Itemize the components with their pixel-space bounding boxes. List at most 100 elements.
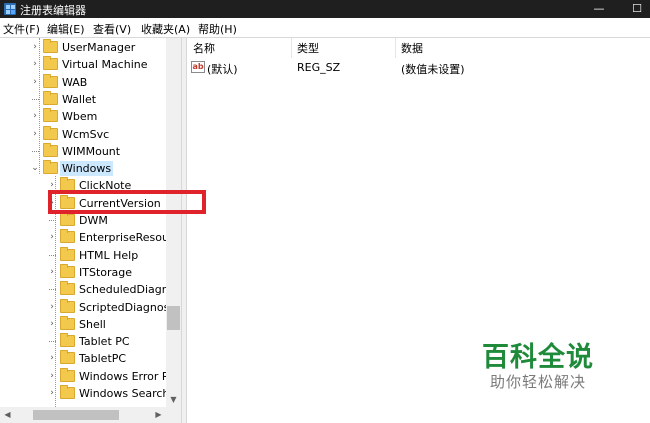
folder-icon (60, 212, 75, 226)
folder-icon (43, 125, 58, 140)
chevron-right-icon[interactable]: › (47, 386, 57, 400)
column-header-type[interactable]: 类型 (297, 40, 319, 56)
chevron-right-icon[interactable]: › (47, 300, 57, 314)
tree-item[interactable]: › ScriptedDiagnost (0, 298, 174, 316)
chevron-right-icon[interactable]: › (47, 317, 57, 331)
tree-connector (32, 150, 39, 152)
menu-help[interactable]: 帮助(H) (198, 21, 237, 37)
tree-item-label: ScriptedDiagnost (79, 300, 174, 314)
tree-item-label: Windows Search (79, 387, 170, 400)
chevron-right-icon[interactable]: › (30, 75, 40, 89)
tree-item[interactable]: ScheduledDiagno (0, 281, 175, 298)
column-header-name[interactable]: 名称 (193, 40, 215, 56)
scroll-right-arrow-icon[interactable]: ▶ (151, 407, 166, 423)
folder-icon (60, 350, 75, 365)
tree-item[interactable]: WIMMount (0, 142, 170, 160)
folder-icon (43, 108, 58, 123)
tree-item[interactable]: ⌄ Windows (0, 160, 170, 177)
tree-scroll-thumb[interactable] (167, 306, 180, 330)
tree-connector (49, 289, 56, 291)
watermark-title: 百科全说 (482, 342, 594, 373)
tree-item[interactable]: › TabletPC (0, 350, 170, 367)
menu-view[interactable]: 查看(V) (93, 21, 131, 37)
chevron-right-icon[interactable]: › (30, 127, 40, 141)
maximize-button[interactable]: ☐ (620, 0, 650, 18)
tree-item[interactable]: › ITStorage (0, 263, 170, 281)
tree-item-label: WAB (62, 75, 88, 89)
watermark: 百科全说 助你轻松解决 (482, 335, 622, 395)
tree-item[interactable]: › Shell (0, 315, 170, 333)
chevron-right-icon[interactable]: › (47, 265, 57, 279)
tree-item[interactable]: › EnterpriseResour (0, 229, 173, 246)
highlight-annotation-box (48, 190, 206, 214)
tree-item[interactable]: Tablet PC (0, 333, 170, 350)
folder-icon (60, 367, 75, 382)
tree-connector (49, 220, 56, 221)
tree-item[interactable]: › WcmSvc (0, 125, 170, 143)
value-type: REG_SZ (297, 61, 341, 74)
chevron-right-icon[interactable]: › (47, 351, 57, 365)
tree-vertical-scrollbar[interactable]: ▼ (166, 38, 181, 407)
menu-file[interactable]: 文件(F) (3, 21, 40, 37)
tree-item[interactable]: Wallet (0, 90, 170, 108)
tree-item-label: Wallet (62, 92, 97, 106)
watermark-subtitle: 助你轻松解决 (490, 373, 587, 391)
chevron-down-icon[interactable]: ⌄ (30, 161, 40, 175)
folder-icon (43, 90, 58, 105)
value-row[interactable]: ab (默认) REG_SZ (数值未设置) (187, 58, 650, 76)
scroll-down-arrow-icon[interactable]: ▼ (166, 393, 181, 407)
folder-icon (60, 385, 75, 399)
tree-item-label: Virtual Machine (62, 58, 148, 72)
tree-connector (49, 254, 56, 256)
tree-item-label: WcmSvc (62, 127, 110, 141)
chevron-right-icon[interactable]: › (47, 230, 57, 244)
tree-item[interactable]: › Windows Search (0, 385, 170, 402)
window-title: 注册表编辑器 (20, 4, 86, 17)
folder-icon (43, 56, 58, 71)
column-separator[interactable] (395, 38, 396, 58)
folder-icon (43, 73, 58, 88)
value-name: (默认) (207, 63, 238, 76)
folder-icon (43, 160, 58, 175)
tree-item-label: Wbem (62, 110, 98, 124)
tree-connector (49, 341, 56, 343)
column-header-data[interactable]: 数据 (401, 40, 423, 56)
tree-connector (32, 98, 39, 100)
menu-favorites[interactable]: 收藏夹(A) (141, 21, 190, 37)
tree-horizontal-scrollbar[interactable]: ◀ ▶ (0, 407, 181, 423)
tree-item-label: Tablet PC (79, 335, 130, 349)
tree-item[interactable]: › WAB (0, 73, 170, 91)
tree-item[interactable]: › Virtual Machine (0, 56, 170, 73)
tree-item-label: Shell (79, 317, 106, 331)
folder-icon (60, 333, 75, 348)
tree-item-label: HTML Help (79, 248, 139, 262)
tree-item-label: ITStorage (79, 265, 133, 279)
chevron-right-icon[interactable]: › (30, 109, 40, 123)
tree-item-label: EnterpriseResour (79, 231, 174, 245)
column-separator[interactable] (291, 38, 292, 58)
tree-item[interactable]: › Wbem (0, 108, 170, 125)
folder-icon (43, 39, 58, 53)
chevron-right-icon[interactable]: › (47, 369, 57, 383)
title-bar: 注册表编辑器 — ☐ (0, 0, 650, 18)
key-tree[interactable]: › UserManager › Virtual Machine › WAB Wallet › W… (0, 38, 181, 407)
tree-item[interactable]: › UserManager (0, 39, 170, 56)
tree-item-label: ScheduledDiagno (79, 283, 176, 297)
minimize-button[interactable]: — (582, 0, 616, 18)
tree-item[interactable]: HTML Help (0, 246, 170, 264)
folder-icon (60, 263, 75, 278)
scroll-left-arrow-icon[interactable]: ◀ (0, 407, 15, 423)
regedit-app-icon (4, 3, 16, 15)
chevron-right-icon[interactable]: › (30, 40, 40, 54)
value-data: (数值未设置) (401, 63, 465, 76)
chevron-right-icon[interactable]: › (30, 57, 40, 71)
folder-icon (60, 246, 75, 261)
tree-item[interactable]: › Windows Error Re (0, 367, 176, 385)
tree-item-label: Windows (60, 161, 114, 177)
menu-edit[interactable]: 编辑(E) (47, 21, 85, 37)
tree-item-label: TabletPC (79, 352, 127, 366)
tree-item[interactable]: DWM (0, 212, 170, 229)
tree-hscroll-thumb[interactable] (33, 410, 119, 420)
string-value-icon: ab (191, 61, 205, 73)
tree-item-label: DWM (79, 214, 108, 227)
